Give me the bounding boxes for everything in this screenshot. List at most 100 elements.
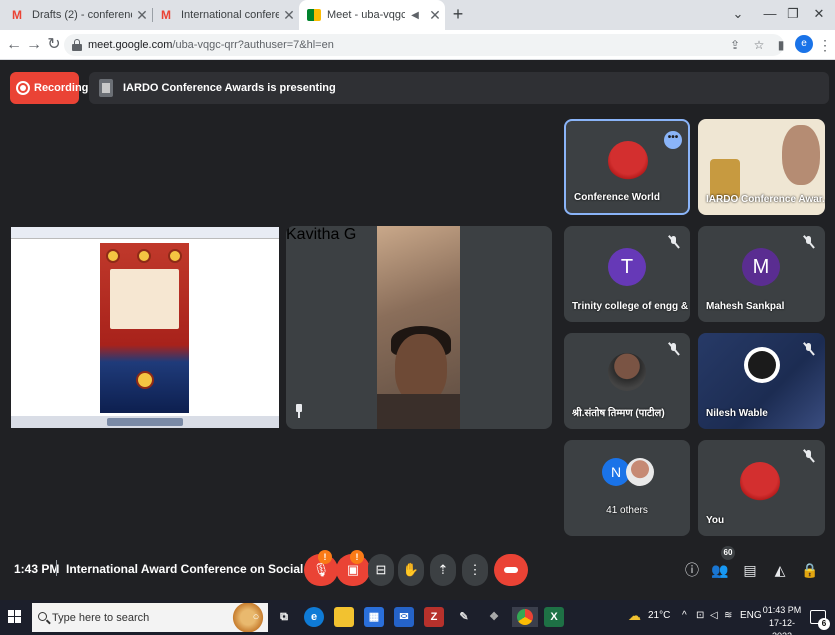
side-panel-icon[interactable]: ▮ bbox=[772, 36, 790, 54]
share-icon[interactable]: ⇪ bbox=[726, 36, 744, 54]
captions-button[interactable]: ⊟ bbox=[368, 554, 394, 586]
poster-certificate bbox=[110, 269, 179, 329]
filezilla-icon[interactable]: Z bbox=[424, 607, 444, 627]
avatar bbox=[626, 458, 654, 486]
mail-icon[interactable]: ✉ bbox=[394, 607, 414, 627]
pin-icon[interactable] bbox=[294, 404, 304, 418]
tab-meet[interactable]: Meet - uba-vqgc-qrr ◀ ✕ bbox=[299, 0, 445, 30]
participant-tile-santosh[interactable]: श्री.संतोष तिम्मण (पाटील) bbox=[564, 333, 690, 429]
close-icon[interactable]: ✕ bbox=[132, 7, 152, 24]
presenting-text: IARDO Conference Awards is presenting bbox=[123, 82, 336, 94]
back-arrow-icon[interactable]: ← bbox=[4, 34, 24, 56]
star-icon[interactable]: ☆ bbox=[750, 36, 768, 54]
leave-call-button[interactable] bbox=[494, 554, 528, 586]
participant-tile-others[interactable]: N 41 others bbox=[564, 440, 690, 536]
tray-chevron-icon[interactable]: ^ bbox=[682, 610, 687, 621]
language-indicator[interactable]: ENG bbox=[740, 610, 762, 621]
participant-tile-trinity[interactable]: T Trinity college of engg & ... bbox=[564, 226, 690, 322]
participant-name: You bbox=[706, 515, 725, 526]
participant-count-badge: 60 bbox=[721, 546, 735, 560]
more-vert-icon[interactable]: ⋮ bbox=[818, 34, 832, 56]
new-tab-button[interactable]: + bbox=[448, 4, 468, 24]
weather-temp[interactable]: 21°C bbox=[648, 610, 670, 621]
app-icon[interactable]: ✎ bbox=[454, 607, 474, 627]
close-window-button[interactable]: ✕ bbox=[803, 0, 835, 30]
avatar: T bbox=[608, 248, 646, 286]
present-icon: ⇡ bbox=[437, 562, 449, 577]
participant-tile-mahesh[interactable]: M Mahesh Sankpal bbox=[698, 226, 825, 322]
edge-icon[interactable]: e bbox=[304, 607, 324, 627]
url-path: /uba-vqgc-qrr?authuser=7&hl=en bbox=[172, 39, 334, 51]
participant-tile-kavitha[interactable]: Kavitha G bbox=[286, 226, 552, 429]
mic-off-icon bbox=[801, 341, 817, 357]
mic-off-icon bbox=[801, 234, 817, 250]
reload-icon[interactable]: ↻ bbox=[44, 34, 64, 56]
gmail-icon: M bbox=[161, 8, 171, 22]
search-placeholder: Type here to search bbox=[52, 611, 150, 624]
obs-logo-icon bbox=[744, 347, 780, 383]
avatar: M bbox=[742, 248, 780, 286]
weather-icon[interactable]: ☁ bbox=[628, 608, 641, 624]
url-text: meet.google.com/uba-vqgc-qrr?authuser=7&… bbox=[88, 34, 334, 56]
tab-label: Drafts (2) - conferencepaper626@... bbox=[32, 9, 132, 21]
chat-icon[interactable]: ▤ bbox=[740, 560, 760, 580]
participant-name: IARDO Conference Awar... bbox=[706, 194, 825, 205]
meet-icon bbox=[307, 9, 321, 21]
participant-tile-iardo[interactable]: IARDO Conference Awar... bbox=[698, 119, 825, 215]
recording-button[interactable]: Recording bbox=[10, 72, 88, 104]
participant-tile-conference-world[interactable]: ••• Conference World bbox=[564, 119, 690, 215]
address-bar: ← → ↻ meet.google.com/uba-vqgc-qrr?authu… bbox=[0, 30, 835, 60]
camera-off-icon: ▣ bbox=[346, 562, 360, 577]
chrome-icon[interactable] bbox=[512, 607, 538, 627]
participant-tile-self[interactable]: You bbox=[698, 440, 825, 536]
trophy-icon bbox=[710, 159, 740, 199]
profile-avatar[interactable]: e bbox=[795, 35, 813, 53]
wifi-icon[interactable]: ≋ bbox=[724, 610, 732, 621]
close-icon[interactable]: ✕ bbox=[425, 7, 445, 24]
gmail-icon: M bbox=[12, 8, 22, 22]
clock-divider bbox=[56, 560, 57, 576]
network-icon[interactable]: ⊡ bbox=[696, 610, 704, 621]
shared-window-controls bbox=[11, 416, 279, 428]
lock-icon[interactable] bbox=[72, 39, 82, 51]
activities-icon[interactable]: ◭ bbox=[770, 560, 790, 580]
recording-label: Recording bbox=[34, 82, 89, 94]
participant-name: Mahesh Sankpal bbox=[706, 301, 785, 312]
screen: M Drafts (2) - conferencepaper626@... ✕ … bbox=[0, 0, 835, 635]
forward-arrow-icon[interactable]: → bbox=[24, 34, 44, 56]
taskbar-time: 01:43 PM bbox=[762, 605, 802, 615]
excel-icon[interactable]: X bbox=[544, 607, 564, 627]
taskbar-search-input[interactable]: Type here to search bbox=[32, 603, 268, 632]
close-icon[interactable]: ✕ bbox=[279, 7, 299, 24]
present-button[interactable]: ⇡ bbox=[430, 554, 456, 586]
participant-tile-nilesh[interactable]: Nilesh Wable bbox=[698, 333, 825, 429]
info-icon[interactable]: ⓘ bbox=[682, 560, 702, 580]
tab-search-icon[interactable]: ⌄ bbox=[722, 0, 754, 30]
cortana-icon[interactable]: ○ bbox=[246, 607, 266, 627]
video-person-body bbox=[377, 394, 460, 429]
poster-seal-icon bbox=[137, 249, 151, 263]
windows-start-icon[interactable] bbox=[8, 610, 22, 624]
tab-drafts[interactable]: M Drafts (2) - conferencepaper626@... ✕ bbox=[4, 0, 152, 30]
tree-logo-icon bbox=[740, 462, 780, 502]
more-options-icon[interactable]: ••• bbox=[664, 131, 682, 149]
people-icon[interactable]: 👥 bbox=[710, 560, 730, 580]
mic-warning-badge: ! bbox=[318, 550, 332, 564]
url-input[interactable]: meet.google.com/uba-vqgc-qrr?authuser=7&… bbox=[64, 34, 784, 56]
more-options-button[interactable]: ⋮ bbox=[462, 554, 488, 586]
app-icon[interactable]: ❖ bbox=[484, 607, 504, 627]
task-view-icon[interactable]: ⧉ bbox=[274, 607, 294, 627]
taskbar-clock[interactable]: 01:43 PM 17-12-2022 bbox=[762, 604, 802, 635]
tab-international-conference-mail[interactable]: M International conference Mail ✕ bbox=[153, 0, 299, 30]
store-icon[interactable]: ▦ bbox=[364, 607, 384, 627]
file-explorer-icon[interactable] bbox=[334, 607, 354, 627]
host-controls-icon[interactable]: 🔒 bbox=[800, 560, 820, 580]
camera-warning-badge: ! bbox=[350, 550, 364, 564]
mic-off-icon: 🎙 bbox=[312, 562, 330, 577]
volume-icon[interactable]: ◁ bbox=[710, 610, 718, 621]
participant-name: 41 others bbox=[606, 505, 648, 516]
audio-icon[interactable]: ◀ bbox=[405, 10, 425, 21]
tree-logo-icon bbox=[608, 141, 648, 181]
raise-hand-button[interactable]: ✋ bbox=[398, 554, 424, 586]
shared-screen[interactable] bbox=[11, 227, 279, 428]
